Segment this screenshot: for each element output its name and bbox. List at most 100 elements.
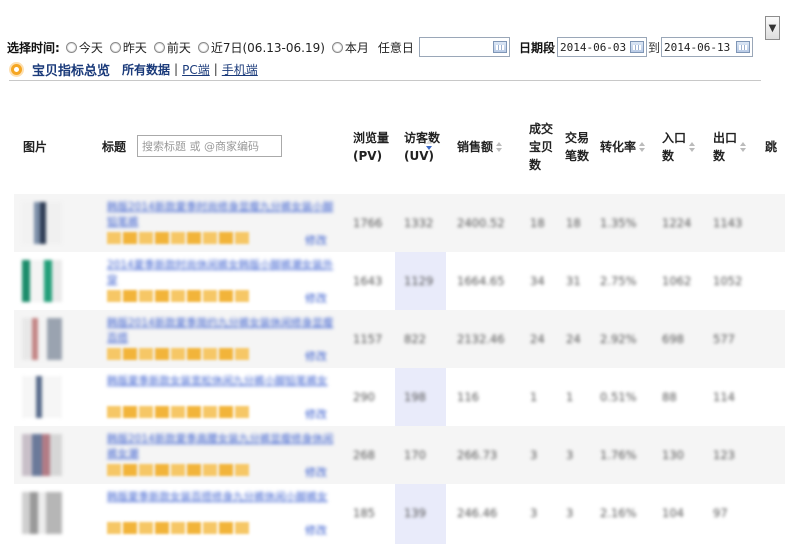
item-metrics-table: 图片 标题 浏览量 (PV) 访客数 (UV) 销售额 成交 宝贝 数 交易 笔… — [14, 112, 785, 544]
radio-icon[interactable] — [331, 41, 343, 53]
product-thumbnail[interactable] — [22, 318, 62, 360]
promo-tag-icon — [123, 464, 137, 476]
range-end-input[interactable]: 2014-06-13 — [660, 37, 753, 57]
cell-exits: 114 — [713, 390, 735, 404]
header-title: 标题 — [102, 140, 127, 154]
cell-orders: 3 — [566, 506, 574, 520]
cell-orders: 24 — [566, 332, 581, 346]
modify-link[interactable]: 修改 — [305, 232, 327, 248]
radio-icon[interactable] — [109, 41, 121, 53]
product-title-link[interactable]: 韩版夏季新款女装宽松休闲九分裤小脚铅笔裤女 — [107, 374, 335, 404]
option-this-month[interactable]: 本月 — [328, 39, 369, 56]
dropdown-button[interactable]: ▼ — [765, 16, 780, 40]
calendar-icon[interactable] — [629, 41, 644, 53]
bullet-icon — [11, 63, 22, 75]
option-yesterday[interactable]: 昨天 — [106, 39, 147, 56]
promo-tag-icon — [187, 464, 201, 476]
promo-tag-icon — [171, 406, 185, 418]
product-thumbnail[interactable] — [22, 434, 62, 476]
radio-icon[interactable] — [197, 41, 209, 53]
promo-tag-icon — [171, 348, 185, 360]
range-start-input[interactable]: 2014-06-03 — [556, 37, 647, 57]
product-thumbnail[interactable] — [22, 260, 62, 302]
modify-link[interactable]: 修改 — [305, 348, 327, 364]
product-thumbnail[interactable] — [22, 492, 62, 534]
table-header: 图片 标题 浏览量 (PV) 访客数 (UV) 销售额 成交 宝贝 数 交易 笔… — [14, 112, 785, 182]
sort-icon[interactable] — [639, 142, 646, 152]
tab-pc[interactable]: PC端 — [182, 61, 210, 78]
product-title-link[interactable]: 韩版2014新款夏季简约九分裤女装休闲修身显瘦百搭 — [107, 316, 335, 346]
calendar-icon[interactable] — [492, 41, 507, 53]
header-conversion[interactable]: 转化率 — [600, 112, 646, 182]
cell-entries: 1224 — [662, 216, 692, 230]
modify-link[interactable]: 修改 — [305, 290, 327, 306]
cell-uv: 139 — [404, 506, 426, 520]
option-today[interactable]: 今天 — [62, 39, 103, 56]
calendar-icon[interactable] — [735, 41, 750, 53]
header-bounce: 跳 — [765, 140, 778, 154]
promo-tag-icon — [123, 232, 137, 244]
radio-icon[interactable] — [153, 41, 165, 53]
sort-icon[interactable] — [496, 142, 503, 152]
custom-day-input[interactable] — [418, 37, 510, 57]
promo-tag-icon — [107, 406, 121, 418]
modify-link[interactable]: 修改 — [305, 522, 327, 538]
time-filter-bar: 选择时间: 今天 昨天 前天 近7日(06.13-06.19) 本月 任意日 日… — [0, 0, 785, 58]
header-items[interactable]: 成交 宝贝 数 — [529, 112, 553, 182]
cell-items: 3 — [530, 448, 538, 462]
product-title-link[interactable]: 韩版夏季新款女装百搭修身九分裤休闲小脚裤女 — [107, 490, 335, 520]
header-sales[interactable]: 销售额 — [457, 112, 503, 182]
header-entries[interactable]: 入口 数 — [662, 112, 696, 182]
promo-tag-icon — [155, 406, 169, 418]
cell-conversion: 2.75% — [600, 274, 637, 288]
promo-tag-icon — [203, 232, 217, 244]
modify-link[interactable]: 修改 — [305, 464, 327, 480]
header-uv[interactable]: 访客数 (UV) — [404, 112, 440, 182]
promo-tag-icon — [123, 522, 137, 534]
cell-entries: 88 — [662, 390, 677, 404]
product-title-link[interactable]: 韩版2014新款夏季高腰女装九分裤显瘦修身休闲裤女潮 — [107, 432, 335, 462]
section-title: 宝贝指标总览 — [32, 63, 111, 79]
product-title-link[interactable]: 2014夏季新款时尚休闲裤女韩版小脚裤潮女装外穿 — [107, 258, 335, 288]
promo-tag-icon — [203, 464, 217, 476]
cell-orders: 3 — [566, 448, 574, 462]
radio-icon[interactable] — [65, 41, 77, 53]
product-thumbnail[interactable] — [22, 376, 62, 418]
header-exits[interactable]: 出口 数 — [713, 112, 747, 182]
promo-tag-icon — [219, 522, 233, 534]
tab-mobile[interactable]: 手机端 — [222, 61, 258, 78]
cell-uv: 1129 — [404, 274, 434, 288]
header-orders[interactable]: 交易 笔数 — [565, 112, 589, 182]
modify-link[interactable]: 修改 — [305, 406, 327, 422]
cell-pv: 290 — [353, 390, 375, 404]
tab-all-data[interactable]: 所有数据 — [122, 61, 170, 78]
promo-tag-icon — [139, 290, 153, 302]
sort-desc-icon[interactable] — [426, 140, 433, 150]
promo-tag-icon — [107, 290, 121, 302]
option-day-before[interactable]: 前天 — [150, 39, 191, 56]
promo-tag-icon — [171, 522, 185, 534]
cell-sales: 2132.46 — [457, 332, 505, 346]
link-separator: | — [174, 62, 179, 76]
title-search-input[interactable] — [137, 135, 282, 157]
sort-icon[interactable] — [689, 142, 696, 152]
promo-tag-icon — [235, 406, 249, 418]
promo-tag-icon — [107, 522, 121, 534]
time-filter-label: 选择时间: — [7, 40, 60, 55]
product-thumbnail[interactable] — [22, 202, 62, 244]
promo-tag-icon — [187, 522, 201, 534]
cell-items: 34 — [530, 274, 545, 288]
cell-exits: 97 — [713, 506, 728, 520]
sort-icon[interactable] — [740, 142, 747, 152]
cell-conversion: 1.35% — [600, 216, 637, 230]
product-title-link[interactable]: 韩版2014新款夏季时尚修身显瘦九分裤女装小脚铅笔裤 — [107, 200, 335, 230]
link-separator: | — [213, 62, 218, 76]
promo-tag-icon — [107, 348, 121, 360]
promo-tag-icon — [139, 464, 153, 476]
header-pv[interactable]: 浏览量 (PV) — [353, 112, 389, 182]
promo-tag-icon — [235, 464, 249, 476]
cell-items: 3 — [530, 506, 538, 520]
option-last-7-days[interactable]: 近7日(06.13-06.19) — [194, 39, 325, 56]
cell-exits: 577 — [713, 332, 735, 346]
promo-tag-icon — [187, 406, 201, 418]
